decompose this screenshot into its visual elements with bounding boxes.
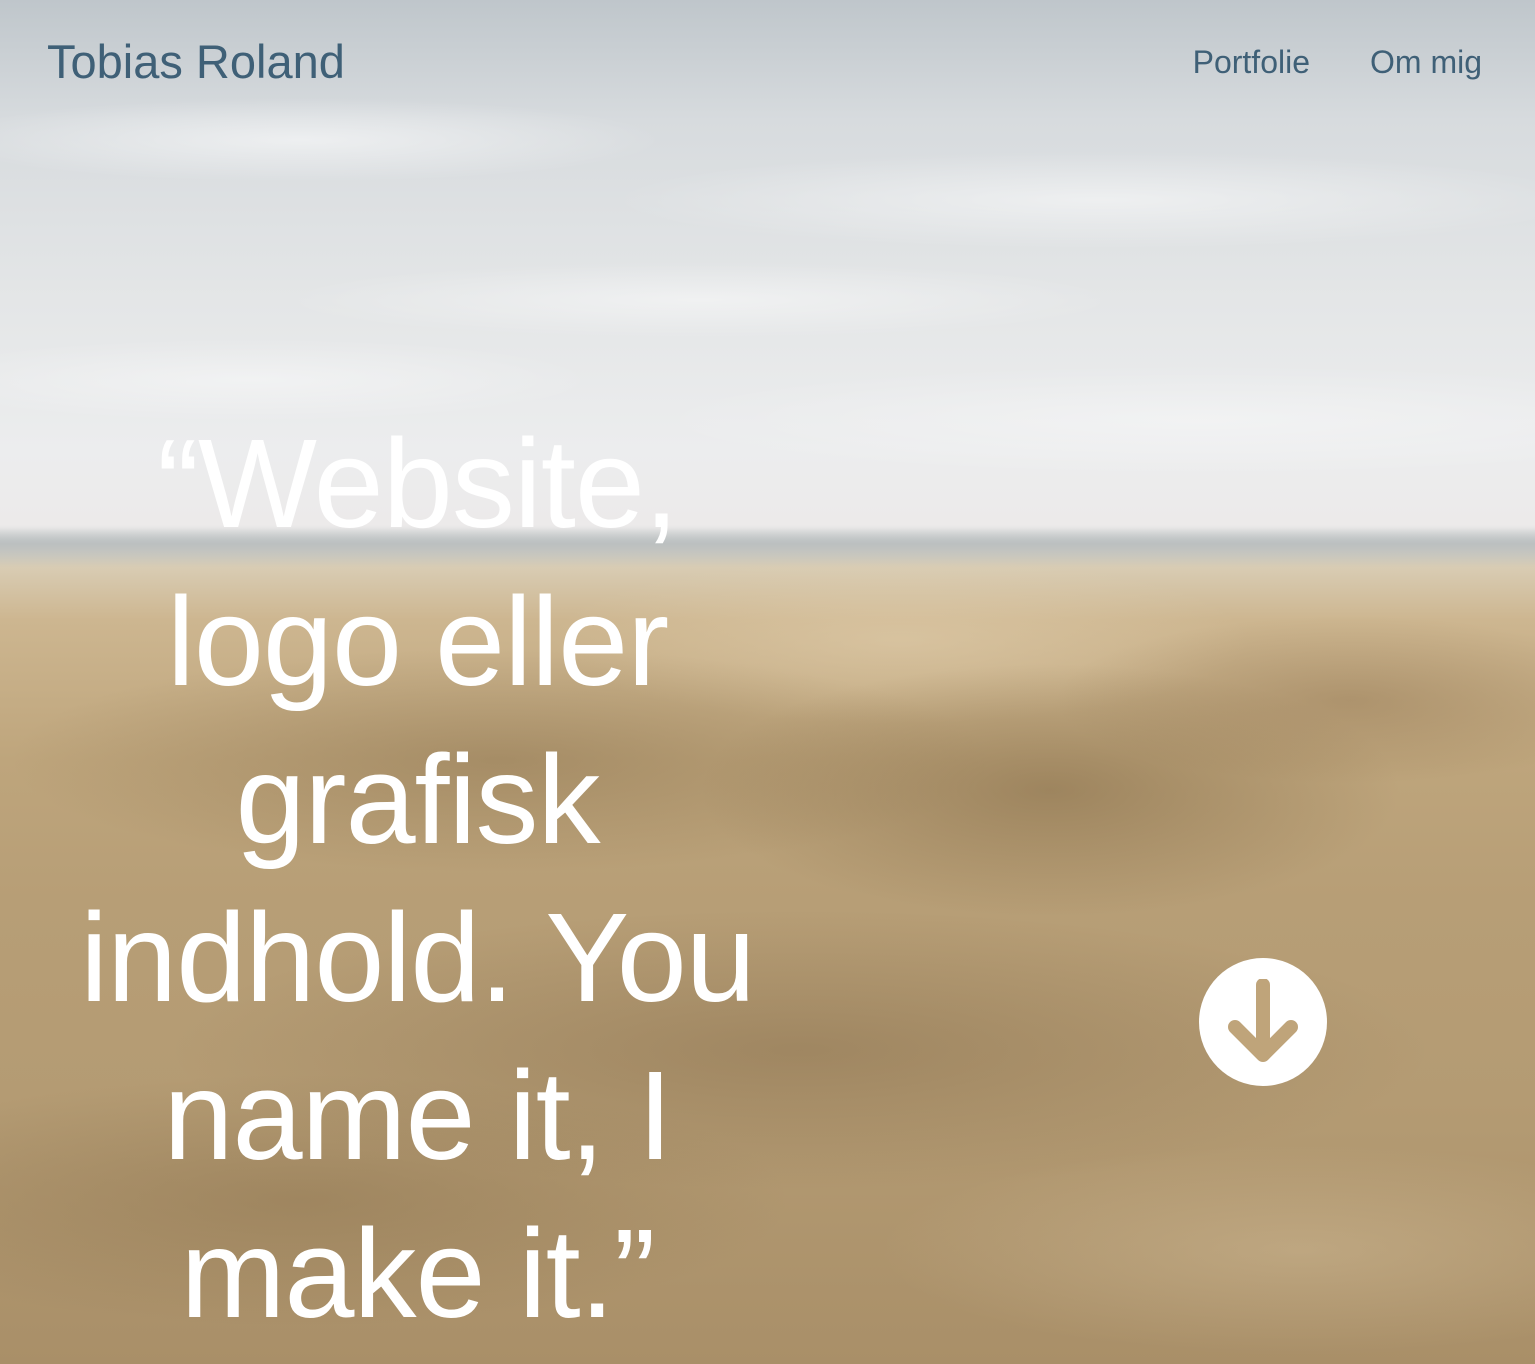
nav-item-portfolie[interactable]: Portfolie [1193, 42, 1310, 82]
scroll-down-button[interactable] [1199, 958, 1327, 1086]
brand-logo-link[interactable]: Tobias Roland [47, 34, 345, 90]
arrow-down-icon [1228, 979, 1298, 1062]
nav-item-om-mig[interactable]: Om mig [1370, 42, 1482, 82]
hero-quote: “Website, logo eller grafisk indhold. Yo… [80, 413, 756, 1344]
site-header: Tobias Roland Portfolie Om mig [0, 0, 1535, 120]
main-nav: Portfolie Om mig [1193, 42, 1482, 82]
